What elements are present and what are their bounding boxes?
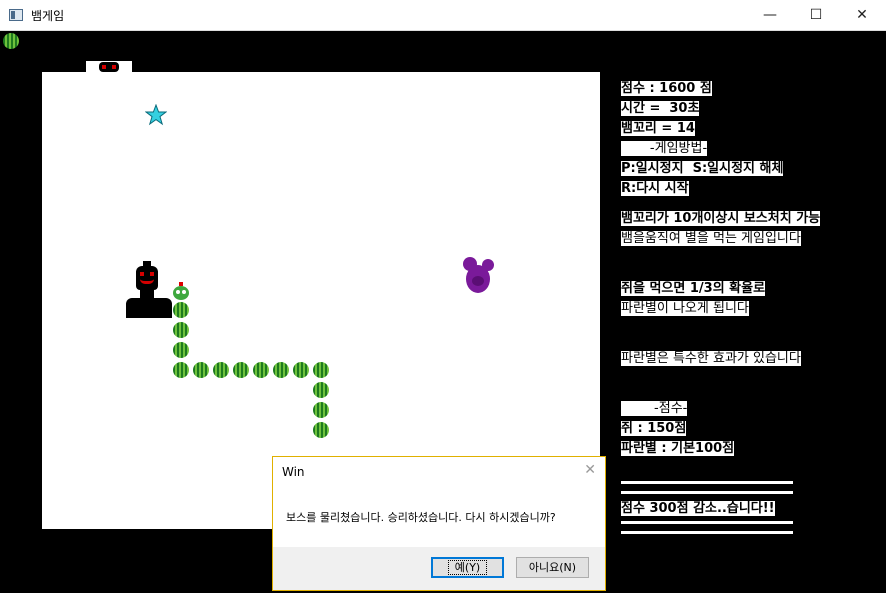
divider-line [621, 491, 793, 494]
pause-instruction: P:일시정지 S:일시정지 해체 [621, 161, 784, 176]
snake-segment [313, 382, 329, 398]
title-bar: 뱀게임 — ☐ ✕ [0, 0, 886, 31]
snake-segment [313, 362, 329, 378]
snake-segment [273, 362, 289, 378]
snake-head [173, 282, 189, 300]
mouse-icon [463, 257, 494, 293]
snake-segment [193, 362, 209, 378]
window-title: 뱀게임 [31, 9, 65, 23]
snake-segment [173, 362, 189, 378]
snake-segment [173, 302, 189, 318]
snake-segment [173, 322, 189, 338]
boss-icon [126, 261, 172, 318]
minimize-button[interactable]: — [747, 0, 793, 31]
restart-instruction: R:다시 시작 [621, 181, 689, 196]
blue-star-score-text: 파란별 : 기본100점 [621, 441, 735, 456]
close-button[interactable]: ✕ [839, 0, 885, 31]
snake-segment [313, 422, 329, 438]
yes-button-label: 예(Y) [447, 560, 488, 575]
snake-segment [253, 362, 269, 378]
mouse-score-text: 쥐 : 150점 [621, 421, 687, 436]
blue-star-effect-text: 파란별은 특수한 효과가 있습니다 [621, 351, 801, 366]
divider-line [621, 521, 793, 524]
dialog-close-icon[interactable]: ✕ [584, 462, 596, 478]
mouse-rule-text: 쥐을 먹으면 1/3의 확율로 [621, 281, 766, 296]
blue-star-appear-text: 파란별이 나오게 됩니다 [621, 301, 749, 316]
game-description: 뱀을움직여 별을 먹는 게임입니다 [621, 231, 801, 246]
app-icon [9, 9, 23, 21]
how-to-play-heading: -게임방법- [621, 141, 708, 156]
score-text: 점수 : 1600 점 [621, 81, 712, 96]
dialog-title: Win [282, 465, 305, 479]
boss-sprite-fragment [86, 61, 132, 72]
no-button[interactable]: 아니요(N) [516, 557, 589, 578]
boss-rule-text: 뱀꼬리가 10개이상시 보스처치 가능 [621, 211, 821, 226]
snake-segment [313, 402, 329, 418]
time-text: 시간 = 30초 [621, 101, 700, 116]
star-icon [145, 104, 167, 126]
maximize-button[interactable]: ☐ [793, 0, 839, 31]
snake-segment [233, 362, 249, 378]
snake-segment [173, 342, 189, 358]
penalty-text: 점수 300점 감소..습니다!! [621, 501, 775, 516]
dialog-message: 보스를 물리쳤습니다. 승리하셨습니다. 다시 하시겠습니까? [286, 511, 556, 524]
dialog-button-bar: 예(Y) 아니요(N) [273, 547, 605, 590]
divider-line [621, 481, 793, 484]
yes-button[interactable]: 예(Y) [431, 557, 504, 578]
message-dialog: Win ✕ 보스를 물리쳤습니다. 승리하셨습니다. 다시 하시겠습니까? 예(… [272, 456, 606, 591]
snake-segment [213, 362, 229, 378]
snake-segment-icon [3, 33, 19, 49]
divider-line [621, 531, 793, 534]
tail-count-text: 뱀꼬리 = 14 [621, 121, 695, 136]
snake-segment [293, 362, 309, 378]
score-heading: -점수- [621, 401, 688, 416]
